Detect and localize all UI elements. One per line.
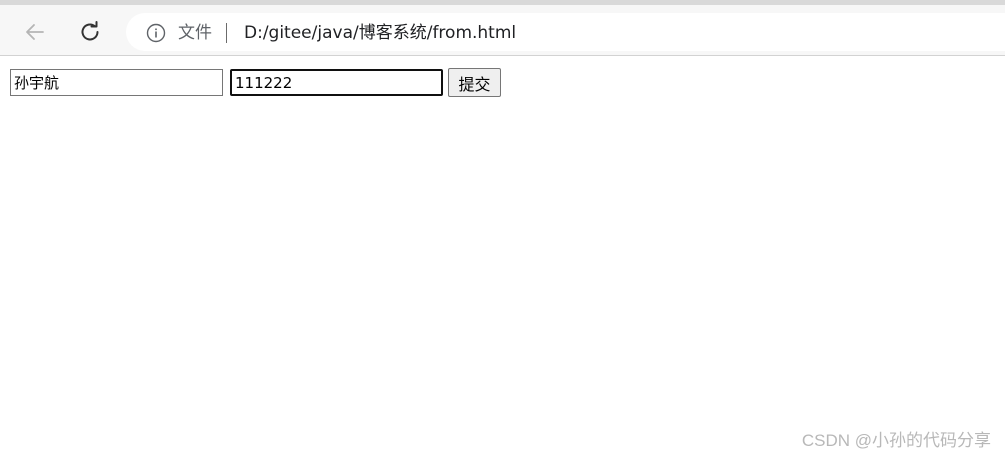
address-bar[interactable]: 文件 D:/gitee/java/博客系统/from.html bbox=[126, 13, 1005, 51]
name-input[interactable] bbox=[10, 69, 223, 96]
browser-toolbar: 文件 D:/gitee/java/博客系统/from.html bbox=[0, 0, 1005, 56]
file-label: 文件 bbox=[178, 23, 212, 43]
address-separator bbox=[226, 23, 227, 43]
submit-button[interactable]: 提交 bbox=[448, 68, 501, 97]
reload-icon bbox=[81, 21, 99, 41]
reload-button[interactable] bbox=[74, 16, 106, 48]
watermark: CSDN @小孙的代码分享 bbox=[801, 431, 991, 450]
url-text[interactable]: D:/gitee/java/博客系统/from.html bbox=[244, 23, 516, 43]
back-arrow-icon bbox=[26, 24, 44, 40]
info-icon[interactable] bbox=[146, 23, 166, 43]
password-input[interactable] bbox=[230, 69, 443, 96]
back-button[interactable] bbox=[19, 16, 51, 48]
